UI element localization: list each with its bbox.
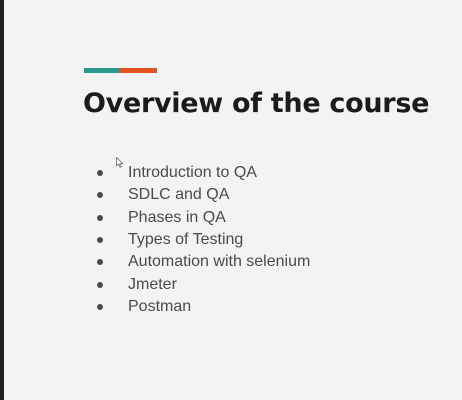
- list-item: Introduction to QA: [94, 162, 310, 184]
- accent-teal-segment: [84, 68, 120, 73]
- list-item: Jmeter: [94, 273, 310, 295]
- title-accent-bar: [84, 68, 157, 73]
- list-item: Phases in QA: [94, 207, 310, 229]
- mouse-pointer-icon: [116, 157, 124, 168]
- bullet-dot: [97, 170, 103, 177]
- bullet-dot: [97, 281, 103, 288]
- accent-orange-segment: [120, 68, 157, 73]
- list-item-text: Introduction to QA: [128, 164, 257, 182]
- bullet-dot: [97, 303, 103, 310]
- list-item-text: Jmeter: [128, 275, 177, 293]
- list-item: Postman: [94, 296, 310, 318]
- bullet-list: Introduction to QA SDLC and QA Phases in…: [94, 162, 310, 318]
- list-item-text: Postman: [128, 297, 192, 315]
- slide-title: Overview of the course: [83, 88, 430, 119]
- list-item-text: Automation with selenium: [128, 253, 311, 271]
- bullet-dot: [97, 192, 103, 199]
- bullet-dot: [97, 259, 103, 266]
- list-item-text: SDLC and QA: [128, 186, 230, 204]
- presentation-viewer: Overview of the course Introduction to Q…: [0, 0, 462, 400]
- list-item-text: Phases in QA: [128, 208, 226, 226]
- list-item-text: Types of Testing: [128, 231, 244, 249]
- slide[interactable]: Overview of the course Introduction to Q…: [4, 0, 462, 400]
- bullet-dot: [97, 214, 103, 221]
- bullet-dot: [97, 237, 103, 244]
- list-item: Automation with selenium: [94, 251, 310, 273]
- list-item: Types of Testing: [94, 229, 310, 251]
- list-item: SDLC and QA: [94, 184, 310, 206]
